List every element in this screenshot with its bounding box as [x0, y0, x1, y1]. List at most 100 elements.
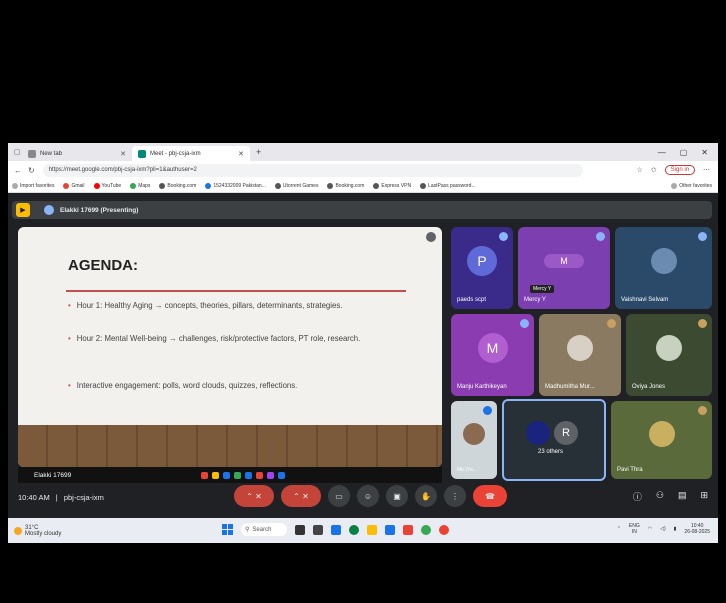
self-view-tile[interactable]: Me (Ya... [451, 401, 497, 479]
edge-icon[interactable] [349, 524, 359, 535]
new-tab-button[interactable]: + [256, 147, 261, 157]
bookmark-item[interactable]: 1524332009 Pakistan... [205, 182, 266, 189]
bookmark-item[interactable]: Express VPN [373, 182, 411, 189]
maps-icon [130, 182, 137, 189]
control-buttons: ⌃ ✕ ⌃ ✕ ▭ ☺ ▣ ✋ ⋮ ☎ [234, 485, 507, 507]
close-tab-icon[interactable]: ✕ [238, 150, 244, 158]
video-frame: ▢ New tab ✕ Meet - pbj-csja-ixm ✕ + — ▢ … [0, 0, 726, 603]
windows-start-icon[interactable] [222, 524, 233, 535]
chat-icon[interactable]: ▤ [678, 490, 687, 503]
participant-name: Pavi Thra [617, 467, 643, 473]
app-icon[interactable] [385, 524, 395, 535]
date-time[interactable]: 10:40 26-08-2025 [684, 523, 710, 535]
globe-icon [159, 182, 166, 189]
window-menu-icon[interactable]: ▢ [12, 147, 22, 157]
app-icon [256, 471, 264, 479]
participant-tile[interactable]: Oviya Jones [626, 314, 712, 396]
new-tab-favicon-icon [28, 149, 36, 158]
agenda-item: • Hour 1: Healthy Aging → concepts, theor… [68, 300, 398, 312]
bookmark-item[interactable]: Booking.com [327, 182, 364, 189]
app-icon[interactable] [403, 524, 413, 535]
avatar: M [544, 254, 584, 269]
participant-tile[interactable]: Madhumitha Mur... [539, 314, 621, 396]
present-button[interactable]: ▣ [386, 485, 408, 507]
participant-tile[interactable]: M Manju Karthikeyan [451, 314, 534, 396]
mic-off-icon [520, 319, 529, 328]
bookmark-item[interactable]: Booking.com [159, 182, 196, 189]
reload-icon[interactable]: ↻ [28, 166, 35, 175]
meeting-code: pbj-csja-ixm [63, 492, 104, 502]
leave-call-button[interactable]: ☎ [473, 485, 507, 507]
url-field[interactable]: https://meet.google.com/pbj-csja-ixm?pli… [42, 163, 583, 177]
favorites-icon[interactable]: ✩ [651, 166, 657, 174]
mic-off-icon [483, 406, 492, 415]
separator: | [55, 492, 58, 502]
participant-tile[interactable]: M Mercy Y Mercy Y [518, 227, 610, 309]
taskbar-search[interactable]: ⚲ Search [241, 523, 287, 536]
more-options-button[interactable]: ⋮ [444, 485, 466, 507]
back-icon[interactable]: ← [14, 166, 22, 175]
language-indicator[interactable]: ENG IN [629, 523, 640, 535]
avatar: M [477, 333, 508, 364]
more-icon[interactable]: ⋯ [703, 166, 710, 174]
mic-toggle-button[interactable]: ⌃ ✕ [234, 485, 274, 507]
tray-arrow-icon[interactable]: ⌃ [617, 526, 621, 532]
weather-widget[interactable]: 31°C Mostly cloudy [14, 525, 61, 537]
people-icon[interactable]: ⚇ [656, 490, 664, 503]
participant-name: Mercy Y [524, 297, 546, 303]
captions-button[interactable]: ▭ [328, 485, 350, 507]
present-icon[interactable]: ▶ [16, 203, 30, 217]
lang-region: IN [631, 529, 637, 535]
sign-in-button[interactable]: Sign in [664, 165, 695, 175]
bookmark-item[interactable]: Maps [130, 182, 150, 189]
bullet-icon: • [68, 334, 71, 343]
meeting-info: 10:40 AM | pbj-csja-ixm [18, 493, 104, 502]
minimize-icon[interactable]: — [658, 148, 666, 157]
chrome-icon[interactable] [421, 524, 431, 535]
bookmark-label: Gmail [71, 182, 85, 189]
others-tile[interactable]: R 23 others [502, 399, 606, 481]
battery-icon[interactable]: ▮ [674, 526, 677, 532]
participant-tile[interactable]: P paeds scpt [451, 227, 513, 309]
raise-hand-button[interactable]: ✋ [415, 485, 437, 507]
other-favorites[interactable]: Other favorites [671, 182, 712, 189]
tab-new-tab[interactable]: New tab ✕ [22, 146, 132, 161]
app-icon[interactable] [439, 524, 449, 535]
globe-icon [420, 182, 427, 189]
slide-title: AGENDA: [68, 257, 138, 274]
participant-tile[interactable]: Pavi Thra [611, 401, 712, 479]
maximize-icon[interactable]: ▢ [680, 148, 688, 157]
app-icon[interactable] [295, 524, 305, 535]
app-icon[interactable] [331, 524, 341, 535]
emoji-button[interactable]: ☺ [357, 485, 379, 507]
presenter-name: Elakki 17699 [34, 471, 72, 479]
pin-icon[interactable] [426, 232, 436, 242]
info-icon[interactable]: ⓘ [633, 490, 642, 503]
bookmark-item[interactable]: Gmail [63, 182, 85, 189]
weather-desc: Mostly cloudy [25, 530, 62, 537]
bookmark-item[interactable]: YouTube [93, 182, 122, 189]
globe-icon [327, 182, 334, 189]
presenting-label: Elakki 17699 (Presenting) [60, 206, 139, 214]
volume-icon[interactable]: ◁) [660, 526, 666, 532]
app-icon [278, 471, 286, 479]
participant-name: Manju Karthikeyan [457, 384, 507, 390]
avatar [648, 420, 675, 447]
bookmark-item[interactable]: LastPass password... [420, 182, 476, 189]
wifi-icon[interactable]: ◠ [648, 526, 652, 532]
shared-slide: AGENDA: • Hour 1: Healthy Aging → concept… [18, 227, 442, 467]
close-window-icon[interactable]: ✕ [701, 148, 708, 157]
mic-off-icon [596, 232, 605, 241]
app-icon[interactable] [313, 524, 323, 535]
participant-tile[interactable]: Vaishnavi Selvam [615, 227, 712, 309]
camera-toggle-button[interactable]: ⌃ ✕ [281, 485, 321, 507]
bookmark-item[interactable]: Import favorites [12, 182, 54, 189]
activities-icon[interactable]: ⊞ [700, 490, 708, 503]
close-tab-icon[interactable]: ✕ [120, 150, 126, 158]
bookmark-item[interactable]: Utorrent Games [274, 182, 318, 189]
folder-icon[interactable] [367, 524, 377, 535]
star-icon[interactable]: ☆ [636, 166, 642, 174]
bookmark-label: YouTube [101, 182, 122, 189]
url-text: https://meet.google.com/pbj-csja-ixm?pli… [48, 167, 197, 173]
tab-meet[interactable]: Meet - pbj-csja-ixm ✕ [132, 146, 250, 161]
